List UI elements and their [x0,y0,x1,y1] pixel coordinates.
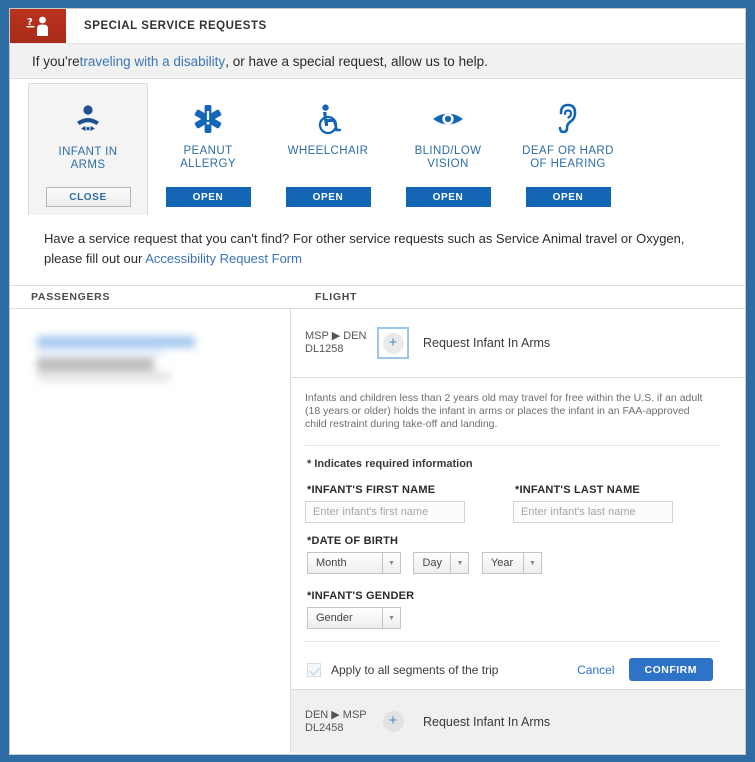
service-card-blind-low-vision[interactable]: BLIND/LOW VISION OPEN [388,83,508,215]
flight-pane: MSP ▶ DEN DL1258 + Request Infant In Arm… [291,309,745,753]
plus-icon: + [382,332,404,354]
apply-all-segments-checkbox[interactable] [307,662,321,677]
service-card-infant-in-arms[interactable]: INFANT IN ARMS CLOSE [28,83,148,215]
flight-action-label: Request Infant In Arms [423,336,551,350]
flight-route: DEN ▶ MSP [305,708,367,721]
flight-code: MSP ▶ DEN DL1258 [305,330,367,356]
accessibility-note-text: Have a service request that you can't fi… [44,231,685,266]
add-request-button[interactable]: + [377,706,409,738]
service-card-label: DEAF OR HARD OF HEARING [522,145,614,170]
chevron-down-icon: ▼ [450,553,468,573]
year-select-value: Year [490,557,514,569]
star-of-life-icon [192,83,224,143]
column-header-passengers: PASSENGERS [31,291,111,303]
ear-icon [554,83,582,143]
first-name-label: *INFANT'S FIRST NAME [307,484,436,496]
service-card-wheelchair[interactable]: WHEELCHAIR OPEN [268,83,388,215]
modal-frame: ? SPECIAL SERVICE REQUESTS If you're tra… [0,0,755,762]
plus-icon: + [382,711,404,732]
service-open-button-peanut-allergy[interactable]: OPEN [165,187,251,207]
body-split: MSP ▶ DEN DL1258 + Request Infant In Arm… [10,309,745,753]
flight-row[interactable]: DEN ▶ MSP DL2458 + Request Infant In Arm… [291,689,745,753]
wheelchair-icon [312,83,344,143]
day-select-value: Day [422,557,443,569]
first-name-input[interactable] [305,501,465,523]
accessibility-request-form-link[interactable]: Accessibility Request Form [145,251,302,266]
gender-select[interactable]: Gender ▼ [307,607,401,629]
last-name-input[interactable] [513,501,673,523]
date-of-birth-label: *DATE OF BIRTH [307,535,399,547]
accessibility-note: Have a service request that you can't fi… [10,219,745,286]
gender-group: *INFANT'S GENDER Gender ▼ [305,590,721,629]
month-select-value: Month [316,557,347,569]
column-headers: PASSENGERS FLIGHT [10,286,745,309]
service-open-button-deaf-hard-of-hearing[interactable]: OPEN [525,187,611,207]
flight-number: DL1258 [305,343,344,355]
flight-row[interactable]: MSP ▶ DEN DL1258 + Request Infant In Arm… [291,309,745,378]
dob-group: *DATE OF BIRTH Month ▼ Day ▼ Year ▼ [305,535,721,574]
page-title: SPECIAL SERVICE REQUESTS [84,20,267,32]
service-open-button-wheelchair[interactable]: OPEN [285,187,371,207]
apply-all-segments-label: Apply to all segments of the trip [331,662,499,677]
confirm-button[interactable]: CONFIRM [628,658,713,681]
service-card-label: INFANT IN ARMS [58,146,118,171]
day-select[interactable]: Day ▼ [413,552,470,574]
chevron-down-icon: ▼ [382,608,400,628]
infant-info-text: Infants and children less than 2 years o… [305,392,721,446]
service-close-button[interactable]: CLOSE [45,187,131,207]
infant-request-form: Infants and children less than 2 years o… [291,378,745,697]
gender-label: *INFANT'S GENDER [307,590,415,602]
intro-suffix: , or have a special request, allow us to… [225,53,488,69]
special-service-requests-modal: ? SPECIAL SERVICE REQUESTS If you're tra… [9,8,746,755]
last-name-label: *INFANT'S LAST NAME [515,484,640,496]
intro-banner: If you're traveling with a disability , … [10,44,745,79]
service-card-row: INFANT IN ARMS CLOSE PEANUT ALLERGY OPEN… [10,79,745,219]
flight-route: MSP ▶ DEN [305,330,367,342]
service-card-label: PEANUT ALLERGY [180,145,236,170]
eye-icon [431,83,465,143]
required-info-note: * Indicates required information [307,458,473,470]
service-card-label: WHEELCHAIR [287,145,369,157]
service-card-label: BLIND/LOW VISION [414,145,482,170]
service-open-button-blind-low-vision[interactable]: OPEN [405,187,491,207]
cancel-button[interactable]: Cancel [577,663,614,677]
service-card-deaf-hard-of-hearing[interactable]: DEAF OR HARD OF HEARING OPEN [508,83,628,215]
last-name-group: *INFANT'S LAST NAME [513,484,721,523]
traveling-with-disability-link[interactable]: traveling with a disability [80,54,226,69]
passengers-pane [10,309,291,753]
service-card-peanut-allergy[interactable]: PEANUT ALLERGY OPEN [148,83,268,215]
gender-select-value: Gender [316,612,353,624]
chevron-down-icon: ▼ [522,553,541,573]
year-select[interactable]: Year ▼ [481,552,542,574]
person-question-icon: ? [10,9,66,43]
first-name-group: *INFANT'S FIRST NAME [305,484,513,523]
date-of-birth-row: Month ▼ Day ▼ Year ▼ [307,552,721,574]
flight-action-label: Request Infant In Arms [423,714,551,729]
intro-prefix: If you're [32,53,80,69]
modal-header: ? SPECIAL SERVICE REQUESTS [10,9,745,44]
month-select[interactable]: Month ▼ [307,552,401,574]
name-fields-row: *INFANT'S FIRST NAME *INFANT'S LAST NAME [305,484,721,523]
add-request-button[interactable]: + [377,327,409,359]
column-header-flight: FLIGHT [315,291,358,303]
passenger-info-redacted [37,336,195,384]
flight-number: DL2458 [305,721,344,734]
chevron-down-icon: ▼ [382,553,400,573]
flight-code: DEN ▶ MSP DL2458 [305,709,367,735]
gender-row: Gender ▼ [307,607,721,629]
infant-icon [71,84,105,144]
